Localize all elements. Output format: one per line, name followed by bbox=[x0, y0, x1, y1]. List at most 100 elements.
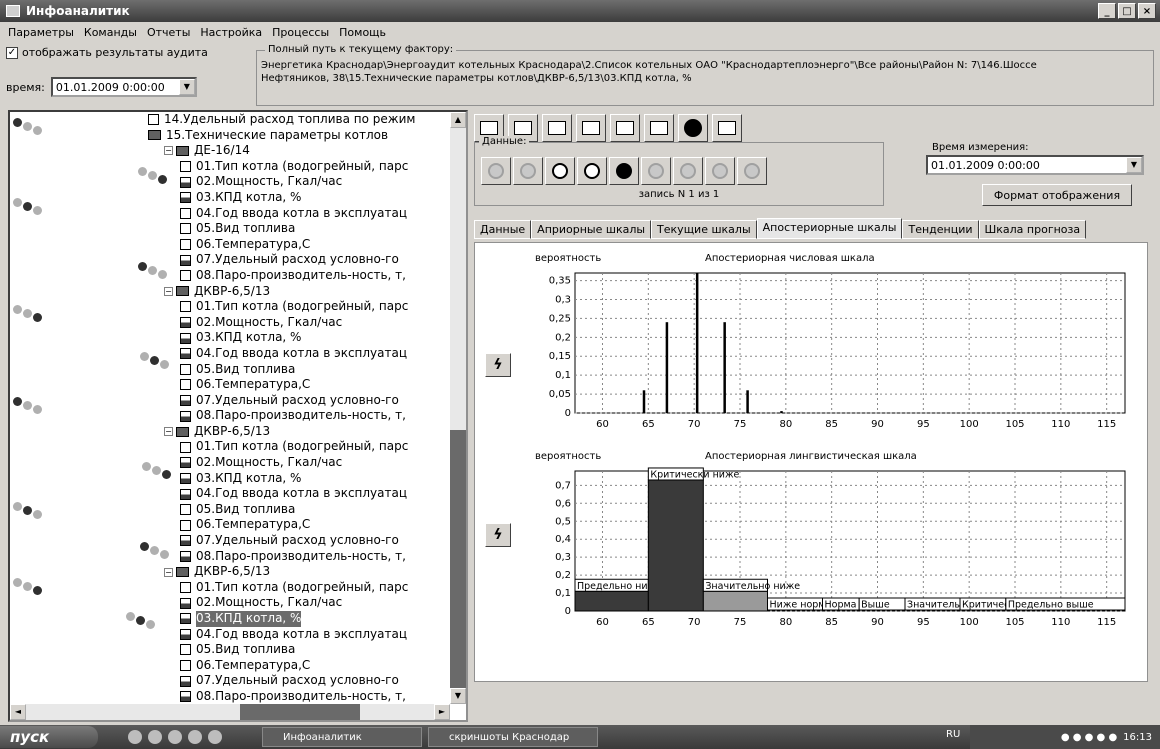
minimize-button[interactable]: _ bbox=[1098, 3, 1116, 19]
collapse-icon[interactable]: − bbox=[164, 146, 173, 156]
first-record-button[interactable] bbox=[481, 157, 511, 185]
confirm-button[interactable] bbox=[641, 157, 671, 185]
audit-checkbox[interactable]: ✓ bbox=[6, 46, 18, 59]
collapse-icon[interactable]: − bbox=[164, 567, 173, 577]
menu-parameters[interactable]: Параметры bbox=[8, 26, 74, 39]
tree-item[interactable]: 04.Год ввода котла в эксплуатац bbox=[148, 206, 450, 222]
quick-launch-icon[interactable] bbox=[168, 730, 182, 744]
tree-item[interactable]: 03.КПД котла, % bbox=[148, 611, 450, 627]
tree-item[interactable]: 08.Паро-производитель-ность, т, bbox=[148, 689, 450, 705]
tree-item[interactable]: 07.Удельный расход условно-го bbox=[148, 533, 450, 549]
chart-panel: ϟ вероятность Апостериорная числовая шкал… bbox=[474, 242, 1148, 682]
tree-horizontal-scrollbar[interactable]: ◄ ► bbox=[10, 704, 450, 720]
language-indicator[interactable]: RU bbox=[946, 729, 960, 740]
audit-time-select[interactable]: 01.01.2009 0:00:00 ▼ bbox=[50, 77, 197, 97]
tree-item[interactable]: 04.Год ввода котла в эксплуатац bbox=[148, 346, 450, 362]
tree-item[interactable]: 01.Тип котла (водогрейный, парс bbox=[148, 439, 450, 455]
menu-processes[interactable]: Процессы bbox=[272, 26, 329, 39]
image-view-button[interactable] bbox=[644, 114, 674, 142]
tree-group-node[interactable]: − ДЕ-16/14 bbox=[148, 143, 450, 159]
tree-group-node[interactable]: − ДКВР-6,5/13 bbox=[148, 564, 450, 580]
delete-record-button[interactable] bbox=[609, 157, 639, 185]
tree-item[interactable]: 04.Год ввода котла в эксплуатац bbox=[148, 627, 450, 643]
tree-group-node[interactable]: − ДКВР-6,5/13 bbox=[148, 424, 450, 440]
scroll-up-icon[interactable]: ▲ bbox=[450, 112, 466, 128]
tree-item[interactable]: 04.Год ввода котла в эксплуатац bbox=[148, 486, 450, 502]
task-infoanalitik[interactable]: Инфоаналитик bbox=[262, 727, 422, 747]
menu-reports[interactable]: Отчеты bbox=[147, 26, 190, 39]
tab-data[interactable]: Данные bbox=[474, 220, 532, 239]
tree-item[interactable]: 07.Удельный расход условно-го bbox=[148, 393, 450, 409]
collapse-icon[interactable]: − bbox=[164, 427, 173, 437]
hscroll-thumb[interactable] bbox=[240, 704, 360, 720]
tree-item[interactable]: 14.Удельный расход топлива по режим bbox=[148, 112, 450, 128]
tree-item[interactable]: 03.КПД котла, % bbox=[148, 190, 450, 206]
tree-item[interactable]: 07.Удельный расход условно-го bbox=[148, 252, 450, 268]
tree-item[interactable]: 02.Мощность, Гкал/час bbox=[148, 455, 450, 471]
tree-item[interactable]: 05.Вид топлива bbox=[148, 362, 450, 378]
menu-settings[interactable]: Настройка bbox=[200, 26, 262, 39]
record-button[interactable] bbox=[678, 114, 708, 142]
factor-tree[interactable]: 14.Удельный расход топлива по режим 15.Те… bbox=[148, 112, 450, 720]
collapse-icon[interactable]: − bbox=[164, 286, 173, 296]
tree-group-node[interactable]: − ДКВР-6,5/13 bbox=[148, 284, 450, 300]
tree-item[interactable]: 07.Удельный расход условно-го bbox=[148, 673, 450, 689]
tree-item[interactable]: 03.КПД котла, % bbox=[148, 471, 450, 487]
tree-item[interactable]: 06.Температура,С bbox=[148, 658, 450, 674]
table-view-button[interactable] bbox=[610, 114, 640, 142]
tab-forecast-scale[interactable]: Шкала прогноза bbox=[978, 220, 1087, 239]
stop-button[interactable] bbox=[673, 157, 703, 185]
tree-item[interactable]: 02.Мощность, Гкал/час bbox=[148, 315, 450, 331]
tab-posterior-scales[interactable]: Апостериорные шкалы bbox=[756, 218, 903, 239]
tree-item[interactable]: 01.Тип котла (водогрейный, парс bbox=[148, 580, 450, 596]
chevron-down-icon[interactable]: ▼ bbox=[1126, 157, 1142, 173]
prev-record-button[interactable] bbox=[513, 157, 543, 185]
chart-view-button[interactable] bbox=[576, 114, 606, 142]
tree-item[interactable]: 03.КПД котла, % bbox=[148, 330, 450, 346]
tree-item[interactable]: 05.Вид топлива bbox=[148, 642, 450, 658]
scroll-right-icon[interactable]: ► bbox=[434, 704, 450, 720]
tree-item[interactable]: 06.Температура,С bbox=[148, 237, 450, 253]
tree-item[interactable]: 02.Мощность, Гкал/час bbox=[148, 174, 450, 190]
export-button[interactable] bbox=[542, 114, 572, 142]
tree-item[interactable]: 05.Вид топлива bbox=[148, 502, 450, 518]
quick-launch-icon[interactable] bbox=[208, 730, 222, 744]
tree-item[interactable]: 08.Паро-производитель-ность, т, bbox=[148, 549, 450, 565]
start-button[interactable]: пуск bbox=[0, 726, 98, 748]
tab-prior-scales[interactable]: Априорные шкалы bbox=[531, 220, 652, 239]
chevron-down-icon[interactable]: ▼ bbox=[178, 79, 195, 95]
tree-item[interactable]: 05.Вид топлива bbox=[148, 221, 450, 237]
scroll-left-icon[interactable]: ◄ bbox=[10, 704, 26, 720]
next-record-button[interactable] bbox=[705, 157, 735, 185]
tree-item[interactable]: 08.Паро-производитель-ность, т, bbox=[148, 408, 450, 424]
add-record-button[interactable] bbox=[577, 157, 607, 185]
last-record-button[interactable] bbox=[737, 157, 767, 185]
refresh-linguistic-button[interactable]: ϟ bbox=[485, 523, 511, 547]
calculator-button[interactable] bbox=[712, 114, 742, 142]
tree-item[interactable]: 02.Мощность, Гкал/час bbox=[148, 595, 450, 611]
data-bar bbox=[647, 479, 704, 612]
tree-item[interactable]: 01.Тип котла (водогрейный, парс bbox=[148, 159, 450, 175]
quick-launch-icon[interactable] bbox=[188, 730, 202, 744]
tree-item[interactable]: 01.Тип котла (водогрейный, парс bbox=[148, 299, 450, 315]
quick-launch-icon[interactable] bbox=[148, 730, 162, 744]
display-format-button[interactable]: Формат отображения bbox=[982, 184, 1132, 206]
tab-current-scales[interactable]: Текущие шкалы bbox=[651, 220, 757, 239]
scroll-down-icon[interactable]: ▼ bbox=[450, 688, 466, 704]
refresh-numeric-button[interactable]: ϟ bbox=[485, 353, 511, 377]
tree-item[interactable]: 06.Температура,С bbox=[148, 377, 450, 393]
measure-time-select[interactable]: 01.01.2009 0:00:00 ▼ bbox=[926, 155, 1144, 175]
tree-folder-node[interactable]: 15.Технические параметры котлов bbox=[148, 128, 450, 144]
tab-trends[interactable]: Тенденции bbox=[902, 220, 979, 239]
task-screenshots[interactable]: скриншоты Краснодар bbox=[428, 727, 598, 747]
quick-launch-icon[interactable] bbox=[128, 730, 142, 744]
tree-item[interactable]: 06.Температура,С bbox=[148, 517, 450, 533]
menu-commands[interactable]: Команды bbox=[84, 26, 137, 39]
menu-help[interactable]: Помощь bbox=[339, 26, 386, 39]
remove-record-button[interactable] bbox=[545, 157, 575, 185]
tree-vertical-scrollbar[interactable]: ▲ ▼ bbox=[450, 112, 466, 704]
close-button[interactable]: × bbox=[1138, 3, 1156, 19]
scroll-thumb[interactable] bbox=[450, 430, 466, 692]
maximize-button[interactable]: □ bbox=[1118, 3, 1136, 19]
tree-item[interactable]: 08.Паро-производитель-ность, т, bbox=[148, 268, 450, 284]
